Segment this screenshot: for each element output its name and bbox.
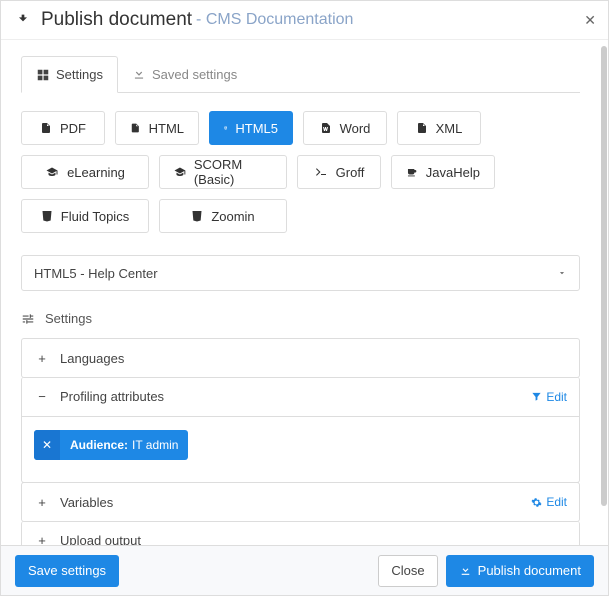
file-icon bbox=[416, 121, 428, 135]
format-pdf[interactable]: PDF bbox=[21, 111, 105, 145]
format-html-label: HTML bbox=[149, 121, 184, 136]
format-html[interactable]: HTML bbox=[115, 111, 199, 145]
settings-accordion: + Languages − Profiling attributes Edit … bbox=[21, 338, 580, 545]
variables-edit-link[interactable]: Edit bbox=[531, 495, 567, 509]
settings-heading-label: Settings bbox=[45, 311, 92, 326]
modal-body: Settings Saved settings PDF HTML bbox=[1, 40, 600, 545]
word-icon bbox=[320, 121, 332, 135]
html5-icon bbox=[224, 121, 227, 135]
format-fluidtopics-label: Fluid Topics bbox=[61, 209, 129, 224]
plus-icon: + bbox=[34, 351, 50, 366]
sliders-icon bbox=[21, 312, 35, 326]
variables-edit-label: Edit bbox=[546, 495, 567, 509]
format-word[interactable]: Word bbox=[303, 111, 387, 145]
format-scorm[interactable]: SCORM (Basic) bbox=[159, 155, 287, 189]
format-pdf-label: PDF bbox=[60, 121, 86, 136]
format-zoomin-label: Zoomin bbox=[211, 209, 254, 224]
profiling-edit-label: Edit bbox=[546, 390, 567, 404]
modal-footer: Save settings Close Publish document bbox=[1, 545, 608, 595]
profiling-label: Profiling attributes bbox=[60, 389, 164, 404]
chip-remove-button[interactable]: ✕ bbox=[34, 430, 60, 460]
format-javahelp-label: JavaHelp bbox=[426, 165, 480, 180]
modal-title: Publish document bbox=[41, 9, 192, 31]
chip-label: Audience: IT admin bbox=[60, 430, 188, 460]
minus-icon: − bbox=[34, 389, 50, 404]
chip-key: Audience: bbox=[70, 438, 128, 452]
tab-settings-label: Settings bbox=[56, 67, 103, 82]
scrollbar[interactable] bbox=[600, 40, 608, 545]
close-icon[interactable]: ✕ bbox=[584, 12, 596, 29]
publish-label: Publish document bbox=[478, 563, 581, 578]
download-icon bbox=[132, 67, 146, 81]
format-xml-label: XML bbox=[436, 121, 463, 136]
save-settings-button[interactable]: Save settings bbox=[15, 555, 119, 587]
close-label: Close bbox=[391, 563, 424, 578]
modal-header: Publish document - CMS Documentation ✕ bbox=[1, 1, 608, 40]
tab-saved-label: Saved settings bbox=[152, 67, 237, 82]
languages-label: Languages bbox=[60, 351, 124, 366]
format-html5-label: HTML5 bbox=[235, 121, 278, 136]
publication-select[interactable]: HTML5 - Help Center bbox=[21, 255, 580, 291]
terminal-icon bbox=[314, 166, 328, 178]
format-elearning-label: eLearning bbox=[67, 165, 125, 180]
download-icon bbox=[15, 12, 31, 28]
format-html5[interactable]: HTML5 bbox=[209, 111, 293, 145]
format-scorm-label: SCORM (Basic) bbox=[194, 157, 272, 187]
format-groff-label: Groff bbox=[336, 165, 365, 180]
scrollbar-thumb[interactable] bbox=[601, 46, 607, 506]
tab-settings[interactable]: Settings bbox=[21, 56, 118, 93]
accordion-variables[interactable]: + Variables Edit bbox=[21, 482, 580, 522]
publish-document-button[interactable]: Publish document bbox=[446, 555, 594, 587]
variables-label: Variables bbox=[60, 495, 113, 510]
gear-icon bbox=[531, 497, 542, 508]
publish-modal: Publish document - CMS Documentation ✕ S… bbox=[0, 0, 609, 596]
save-settings-label: Save settings bbox=[28, 563, 106, 578]
accordion-upload-output[interactable]: + Upload output bbox=[21, 521, 580, 545]
html5-icon bbox=[41, 209, 53, 223]
file-icon bbox=[130, 121, 141, 135]
graduation-icon bbox=[45, 166, 59, 178]
format-fluidtopics[interactable]: Fluid Topics bbox=[21, 199, 149, 233]
graduation-icon bbox=[174, 166, 186, 178]
filter-icon bbox=[531, 391, 542, 402]
chip-value: IT admin bbox=[132, 438, 178, 452]
format-zoomin[interactable]: Zoomin bbox=[159, 199, 287, 233]
tab-bar: Settings Saved settings bbox=[21, 56, 580, 93]
publication-select-value: HTML5 - Help Center bbox=[34, 266, 158, 281]
download-icon bbox=[459, 564, 472, 577]
chevron-down-icon bbox=[557, 268, 567, 278]
profiling-body: ✕ Audience: IT admin bbox=[21, 416, 580, 483]
format-elearning[interactable]: eLearning bbox=[21, 155, 149, 189]
format-javahelp[interactable]: JavaHelp bbox=[391, 155, 495, 189]
upload-label: Upload output bbox=[60, 533, 141, 545]
plus-icon: + bbox=[34, 533, 50, 545]
audience-chip: ✕ Audience: IT admin bbox=[34, 430, 188, 460]
grid-icon bbox=[36, 68, 50, 82]
file-icon bbox=[40, 121, 52, 135]
html5-icon bbox=[191, 209, 203, 223]
close-button[interactable]: Close bbox=[378, 555, 437, 587]
format-groff[interactable]: Groff bbox=[297, 155, 381, 189]
accordion-languages[interactable]: + Languages bbox=[21, 338, 580, 378]
profiling-edit-link[interactable]: Edit bbox=[531, 390, 567, 404]
tab-saved-settings[interactable]: Saved settings bbox=[118, 57, 251, 92]
format-word-label: Word bbox=[340, 121, 371, 136]
accordion-profiling[interactable]: − Profiling attributes Edit bbox=[21, 377, 580, 417]
format-xml[interactable]: XML bbox=[397, 111, 481, 145]
settings-section-header: Settings bbox=[21, 311, 580, 326]
modal-subtitle: - CMS Documentation bbox=[196, 11, 353, 29]
plus-icon: + bbox=[34, 495, 50, 510]
format-buttons: PDF HTML HTML5 Word XML bbox=[21, 111, 580, 233]
coffee-icon bbox=[406, 166, 418, 178]
